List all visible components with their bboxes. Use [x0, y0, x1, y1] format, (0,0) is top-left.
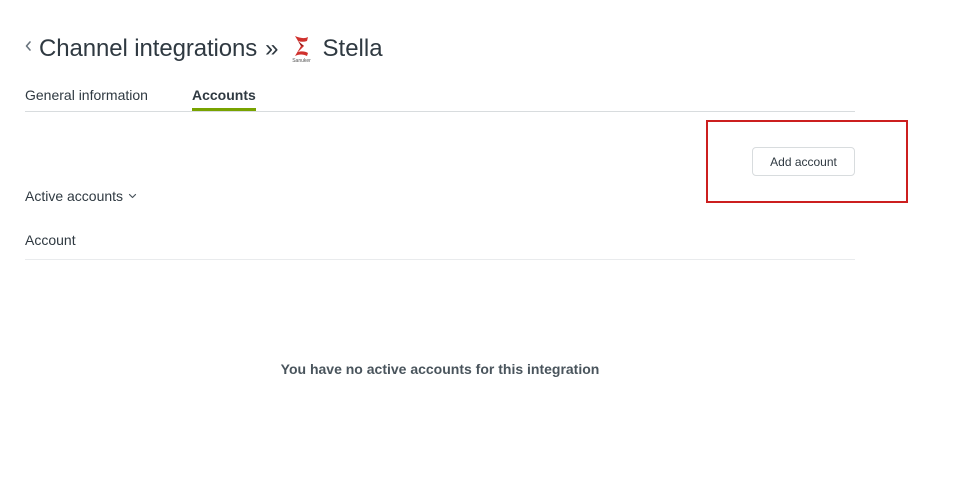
table-header: Account [25, 223, 855, 260]
chevron-down-icon [128, 193, 137, 199]
tab-general-information[interactable]: General information [25, 87, 148, 111]
logo-caption: Sanuker [292, 58, 311, 64]
tab-accounts[interactable]: Accounts [192, 87, 256, 111]
empty-state-message: You have no active accounts for this int… [280, 361, 600, 377]
sanuker-logo-icon: Sanuker [291, 33, 313, 65]
tab-bar: General information Accounts [25, 80, 855, 112]
page: Channel integrations » Sanuker Stella Ge… [0, 0, 958, 478]
breadcrumb-separator: » [265, 35, 279, 62]
back-button[interactable] [24, 36, 38, 56]
page-title[interactable]: Channel integrations [39, 35, 257, 63]
page-header: Channel integrations » Sanuker Stella [24, 33, 383, 65]
highlight-annotation [706, 120, 908, 203]
account-status-dropdown[interactable]: Active accounts [25, 187, 137, 205]
chevron-left-icon [25, 41, 31, 51]
dropdown-selected-value: Active accounts [25, 188, 124, 204]
column-header-account: Account [25, 232, 76, 248]
integration-name: Stella [322, 35, 383, 62]
